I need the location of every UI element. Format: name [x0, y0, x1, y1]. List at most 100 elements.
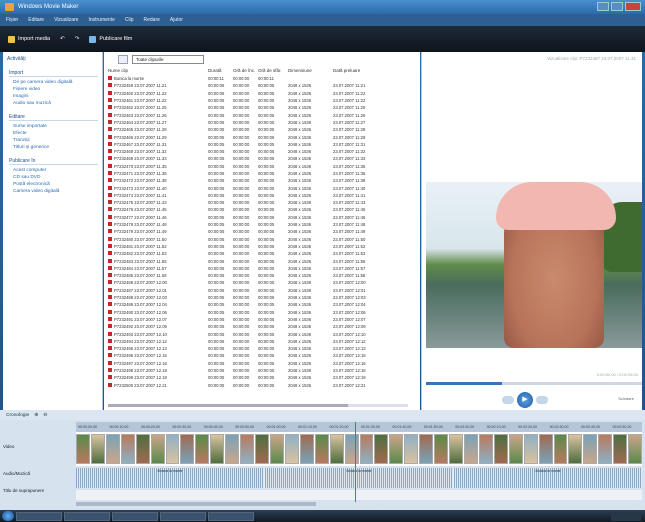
task-link-effects[interactable]: Efecte [13, 131, 98, 136]
video-track[interactable] [76, 432, 643, 466]
video-clip-thumbnail[interactable] [493, 434, 508, 464]
video-clip-thumbnail[interactable] [359, 434, 374, 464]
collection-row[interactable]: P7232460 23.07.2007 11.22 00:00:05 00:00:0… [104, 90, 420, 97]
col-header-duration[interactable]: Durată [208, 68, 233, 73]
collection-row[interactable]: P7232472 23.07.2007 11.38 00:00:05 00:00:0… [104, 177, 420, 184]
audio-clip[interactable]: Bunica la munte [454, 468, 642, 488]
maximize-button[interactable] [611, 2, 623, 11]
col-header-end[interactable]: Oră de sfâr. [258, 68, 288, 73]
task-link-video-files[interactable]: Fișiere video [13, 87, 98, 92]
video-clip-thumbnail[interactable] [90, 434, 105, 464]
collection-row[interactable]: P7232499 23.07.2007 12.19 00:00:05 00:00:0… [104, 374, 420, 381]
video-clip-thumbnail[interactable] [269, 434, 284, 464]
video-clip-thumbnail[interactable] [404, 434, 419, 464]
task-link-dv-camera[interactable]: Camera video digitală [13, 189, 98, 194]
publish-movie-button[interactable]: Publicare film [89, 35, 132, 43]
collection-row[interactable]: P7232479 23.07.2007 11.49 00:00:05 00:00:0… [104, 228, 420, 235]
taskbar-item[interactable] [64, 511, 110, 521]
audio-clip[interactable]: Bunica la munte [265, 468, 453, 488]
zoom-out-icon[interactable]: ⊖ [43, 413, 47, 418]
collection-row[interactable]: P7232480 23.07.2007 11.50 00:00:05 00:00:0… [104, 236, 420, 243]
collection-row[interactable]: P7232488 23.07.2007 12.03 00:00:05 00:00:0… [104, 294, 420, 301]
collection-row[interactable]: P7232495 23.07.2007 12.13 00:00:05 00:00:0… [104, 345, 420, 352]
video-clip-thumbnail[interactable] [135, 434, 150, 464]
collection-row[interactable]: P7232485 23.07.2007 11.58 00:00:05 00:00:0… [104, 272, 420, 279]
video-clip-thumbnail[interactable] [76, 434, 90, 464]
video-clip-thumbnail[interactable] [210, 434, 225, 464]
collection-row[interactable]: P7232489 23.07.2007 12.04 00:00:05 00:00:0… [104, 301, 420, 308]
collection-row[interactable]: P7232469 23.07.2007 11.33 00:00:05 00:00:0… [104, 155, 420, 162]
menu-edit[interactable]: Editare [28, 14, 44, 26]
video-clip-thumbnail[interactable] [105, 434, 120, 464]
menu-file[interactable]: Fișier [6, 14, 18, 26]
timeline-ruler[interactable]: 00:00:00,00 00:00:10,00 00:00:20,00 00:00:3… [76, 422, 642, 432]
video-clip-thumbnail[interactable] [538, 434, 553, 464]
collection-row[interactable]: P7232482 23.07.2007 11.53 00:00:05 00:00:0… [104, 250, 420, 257]
collection-row[interactable]: P7232466 23.07.2007 11.29 00:00:05 00:00:0… [104, 133, 420, 140]
collection-row[interactable]: P7232490 23.07.2007 12.06 00:00:05 00:00:0… [104, 309, 420, 316]
taskbar-item[interactable] [208, 511, 254, 521]
video-clip-thumbnail[interactable] [180, 434, 195, 464]
video-clip-thumbnail[interactable] [225, 434, 240, 464]
video-clip-thumbnail[interactable] [389, 434, 404, 464]
collection-row[interactable]: P7232481 23.07.2007 11.52 00:00:05 00:00:0… [104, 243, 420, 250]
video-clip-thumbnail[interactable] [120, 434, 135, 464]
collection-row[interactable]: P7232494 23.07.2007 12.12 00:00:05 00:00:0… [104, 338, 420, 345]
collection-row[interactable]: P7232468 23.07.2007 11.32 00:00:05 00:00:0… [104, 148, 420, 155]
col-header-start[interactable]: Oră de înc. [233, 68, 258, 73]
collection-row[interactable]: P7232474 23.07.2007 11.41 00:00:05 00:00:0… [104, 192, 420, 199]
collection-row[interactable]: P7232483 23.07.2007 11.55 00:00:05 00:00:0… [104, 257, 420, 264]
zoom-in-icon[interactable]: ⊕ [34, 413, 38, 418]
taskbar-item[interactable] [160, 511, 206, 521]
col-header-dimension[interactable]: Dimensiune [288, 68, 333, 73]
video-clip-thumbnail[interactable] [344, 434, 359, 464]
task-link-email[interactable]: Poștă electronică [13, 182, 98, 187]
collection-row[interactable]: P7232486 23.07.2007 12.00 00:00:05 00:00:0… [104, 279, 420, 286]
collection-row[interactable]: P7232470 23.07.2007 11.35 00:00:05 00:00:0… [104, 163, 420, 170]
start-button[interactable] [2, 511, 14, 521]
section-publish-title[interactable]: Publicare în [9, 158, 98, 165]
menu-tools[interactable]: Instrumente [88, 14, 114, 26]
collection-row[interactable]: P7232464 23.07.2007 11.27 00:00:05 00:00:0… [104, 119, 420, 126]
video-clip-thumbnail[interactable] [628, 434, 643, 464]
video-clip-thumbnail[interactable] [284, 434, 299, 464]
video-clip-thumbnail[interactable] [508, 434, 523, 464]
next-frame-button[interactable] [536, 396, 548, 404]
minimize-button[interactable] [597, 2, 609, 11]
task-link-imported[interactable]: Surse importate [13, 124, 98, 129]
video-clip-thumbnail[interactable] [165, 434, 180, 464]
video-clip-thumbnail[interactable] [553, 434, 568, 464]
video-clip-thumbnail[interactable] [434, 434, 449, 464]
collection-row[interactable]: P7232459 23.07.2007 11.21 00:00:05 00:00:0… [104, 82, 420, 89]
video-clip-thumbnail[interactable] [583, 434, 598, 464]
collection-row[interactable]: P7232473 23.07.2007 11.40 00:00:05 00:00:0… [104, 184, 420, 191]
collection-row[interactable]: Bunica la munte 00:00:11 00:00:00 00:00:11 [104, 75, 420, 82]
video-clip-thumbnail[interactable] [314, 434, 329, 464]
menu-view[interactable]: Vizualizare [54, 14, 78, 26]
collection-row[interactable]: P7232465 23.07.2007 11.28 00:00:05 00:00:0… [104, 126, 420, 133]
video-clip-thumbnail[interactable] [150, 434, 165, 464]
audio-track[interactable]: Bunica la munte Bunica la munte Bunica l… [76, 468, 642, 488]
col-header-date[interactable]: Dată preluare [333, 68, 373, 73]
collection-row[interactable]: P7232478 23.07.2007 11.48 00:00:05 00:00:0… [104, 221, 420, 228]
redo-button[interactable]: ↷ [75, 36, 80, 42]
task-link-titles[interactable]: Titluri și generice [13, 145, 98, 150]
video-clip-thumbnail[interactable] [523, 434, 538, 464]
previous-frame-button[interactable] [502, 396, 514, 404]
collection-row[interactable]: P7232476 23.07.2007 11.45 00:00:05 00:00:0… [104, 206, 420, 213]
split-button[interactable]: Scindare [618, 396, 634, 401]
collection-row[interactable]: P7232496 23.07.2007 12.15 00:00:05 00:00:0… [104, 352, 420, 359]
taskbar-item[interactable] [112, 511, 158, 521]
taskbar-item[interactable] [16, 511, 62, 521]
collection-scrollbar[interactable] [108, 404, 408, 407]
video-clip-thumbnail[interactable] [449, 434, 463, 464]
collection-row[interactable]: P7232475 23.07.2007 11.43 00:00:05 00:00:0… [104, 199, 420, 206]
collection-row[interactable]: P7232493 23.07.2007 12.10 00:00:05 00:00:0… [104, 330, 420, 337]
menu-help[interactable]: Ajutor [170, 14, 183, 26]
audio-clip[interactable]: Bunica la munte [76, 468, 264, 488]
collection-row[interactable]: P7232467 23.07.2007 11.31 00:00:05 00:00:0… [104, 141, 420, 148]
collection-row[interactable]: P7232463 23.07.2007 11.26 00:00:05 00:00:0… [104, 111, 420, 118]
collection-filter-select[interactable]: Toate clipurile [132, 54, 204, 64]
video-clip-thumbnail[interactable] [329, 434, 344, 464]
task-link-camera[interactable]: De pe camera video digitală [13, 80, 98, 85]
